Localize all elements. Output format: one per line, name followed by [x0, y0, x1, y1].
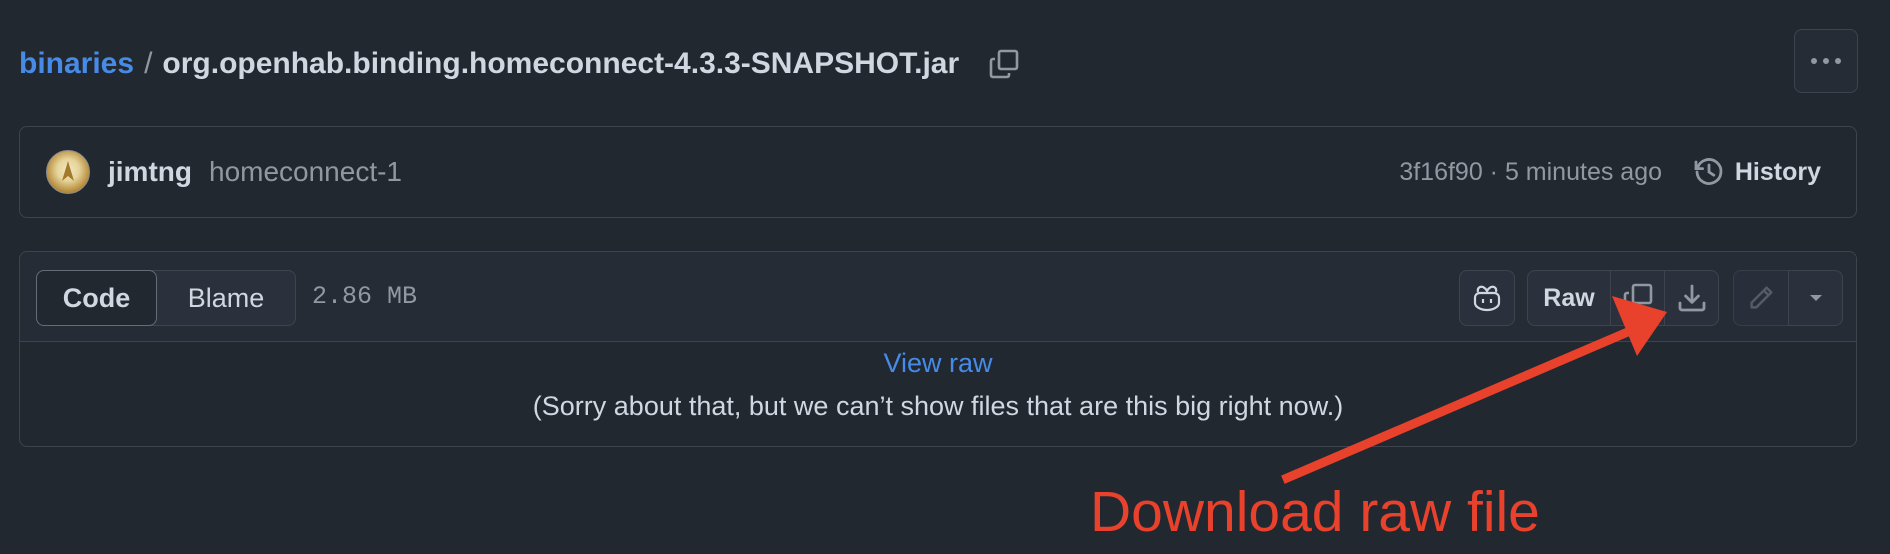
copy-raw-content-button[interactable] — [1610, 270, 1665, 326]
file-size: 2.86 MB — [312, 282, 418, 311]
copy-icon — [1623, 283, 1652, 313]
commit-author[interactable]: jimtng — [108, 156, 192, 188]
view-toggle: Code Blame — [36, 270, 296, 326]
tab-blame[interactable]: Blame — [157, 271, 295, 325]
copy-path-button[interactable] — [985, 45, 1023, 83]
download-icon — [1678, 284, 1705, 312]
file-body: View raw (Sorry about that, but we can’t… — [20, 348, 1856, 422]
view-raw-link[interactable]: View raw — [20, 348, 1856, 379]
pencil-icon — [1750, 286, 1773, 309]
breadcrumb-repo-link[interactable]: binaries — [19, 47, 134, 81]
triangle-down-icon — [1809, 295, 1822, 301]
tab-code[interactable]: Code — [36, 270, 157, 326]
file-header: Code Blame 2.86 MB Raw — [20, 252, 1856, 342]
commit-message[interactable]: homeconnect-1 — [209, 156, 402, 188]
breadcrumb: binaries / org.openhab.binding.homeconne… — [19, 38, 1023, 90]
raw-button[interactable]: Raw — [1527, 270, 1611, 326]
annotation-label: Download raw file — [1090, 480, 1540, 544]
copilot-icon — [1473, 285, 1501, 312]
more-options-button[interactable] — [1794, 29, 1858, 93]
file-viewer: Code Blame 2.86 MB Raw View raw (Sorry a… — [19, 251, 1857, 447]
latest-commit-box: jimtng homeconnect-1 3f16f90 · 5 minutes… — [19, 126, 1857, 218]
kebab-horizontal-icon — [1811, 58, 1841, 64]
history-button[interactable]: History — [1693, 156, 1821, 188]
edit-options-dropdown[interactable] — [1788, 270, 1843, 326]
commit-hash-time[interactable]: 3f16f90 · 5 minutes ago — [1399, 158, 1662, 187]
edit-file-button[interactable] — [1733, 270, 1789, 326]
copy-icon — [989, 49, 1019, 79]
file-too-big-message: (Sorry about that, but we can’t show fil… — [532, 391, 1344, 421]
history-icon — [1694, 158, 1723, 185]
history-label: History — [1734, 157, 1821, 186]
avatar[interactable] — [46, 150, 90, 194]
breadcrumb-separator: / — [144, 47, 153, 80]
breadcrumb-file-name: org.openhab.binding.homeconnect-4.3.3-SN… — [162, 47, 960, 80]
copilot-button[interactable] — [1459, 270, 1515, 326]
download-raw-file-button[interactable] — [1664, 270, 1719, 326]
